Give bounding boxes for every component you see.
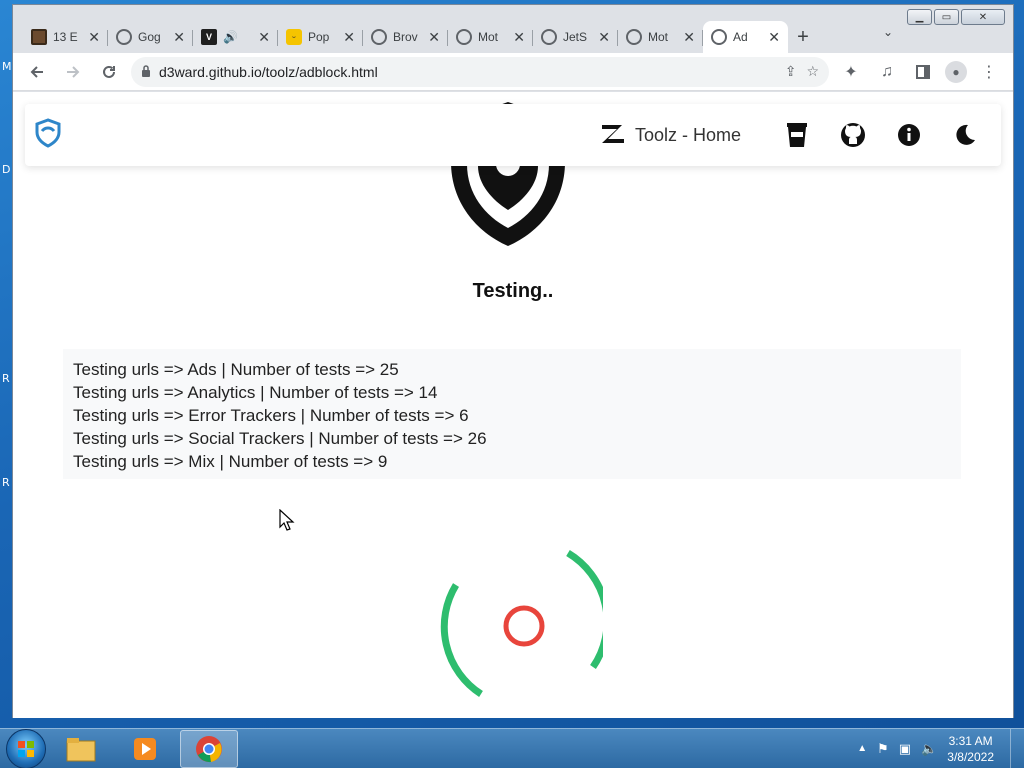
tab-title: Mot — [648, 30, 669, 44]
clock-time: 3:31 AM — [948, 733, 993, 748]
tab[interactable]: Gog ✕ — [108, 21, 193, 53]
site-navbar: Toolz - Home — [25, 104, 1001, 166]
url-text[interactable]: d3ward.github.io/toolz/adblock.html — [159, 64, 777, 80]
tab[interactable]: Mot ✕ — [618, 21, 703, 53]
chrome-taskbar-icon[interactable] — [180, 729, 238, 768]
clock[interactable]: 3:31 AM 3/8/2022 — [947, 733, 994, 765]
tab-close-icon[interactable]: ✕ — [768, 29, 780, 46]
tab-close-icon[interactable]: ✕ — [683, 29, 695, 46]
tab-close-icon[interactable]: ✕ — [173, 29, 185, 46]
media-player-taskbar-icon[interactable] — [116, 730, 174, 768]
info-icon[interactable] — [892, 118, 926, 152]
web-page: Toolz - Home Testing.. Testing urls => A — [13, 92, 1013, 718]
show-hidden-icons-icon[interactable]: ▲ — [857, 743, 867, 754]
dark-mode-moon-icon[interactable] — [948, 118, 982, 152]
desktop-icon-label[interactable]: R — [2, 372, 10, 385]
desktop-icon-label[interactable]: M — [2, 60, 12, 73]
back-arrow-icon[interactable] — [23, 58, 51, 86]
show-desktop-button[interactable] — [1010, 728, 1024, 768]
log-line: Testing urls => Error Trackers | Number … — [73, 406, 469, 425]
tab-title: Ad — [733, 30, 748, 44]
github-icon[interactable] — [836, 118, 870, 152]
reload-icon[interactable] — [95, 58, 123, 86]
tab-audio-icon[interactable]: 🔊 — [223, 30, 252, 44]
forward-arrow-icon[interactable] — [59, 58, 87, 86]
home-link-label[interactable]: Toolz - Home — [635, 125, 741, 146]
tab[interactable]: Brov ✕ — [363, 21, 448, 53]
tab-close-icon[interactable]: ✕ — [258, 29, 270, 46]
loading-spinner — [440, 549, 603, 697]
file-explorer-taskbar-icon[interactable] — [52, 730, 110, 768]
tab-active[interactable]: Ad ✕ — [703, 21, 788, 53]
tab-title: JetS — [563, 30, 588, 44]
desktop-icon-label[interactable]: D — [2, 163, 10, 176]
tab[interactable]: 13 E ✕ — [23, 21, 108, 53]
browser-window: ▁ ▭ ✕ 13 E ✕ Gog ✕ V 🔊 ✕ ᵕ Pop ✕ Brov ✕ — [12, 4, 1014, 718]
toolz-home-link[interactable]: Toolz - Home — [599, 119, 741, 152]
coffee-cup-icon[interactable] — [780, 118, 814, 152]
tab-close-icon[interactable]: ✕ — [513, 29, 525, 46]
tab-close-icon[interactable]: ✕ — [343, 29, 355, 46]
extensions-puzzle-icon[interactable]: ✦ — [837, 58, 865, 86]
log-line: Testing urls => Social Trackers | Number… — [73, 429, 487, 448]
share-icon[interactable]: ⇪ — [785, 63, 797, 80]
tab-search-chevron-icon[interactable]: ⌄ — [883, 25, 893, 39]
menu-kebab-icon[interactable]: ⋮ — [975, 58, 1003, 86]
side-panel-icon[interactable] — [909, 58, 937, 86]
tab-title: Pop — [308, 30, 330, 44]
shield-logo-icon[interactable] — [33, 117, 63, 153]
tab-title: Brov — [393, 30, 418, 44]
tab[interactable]: ᵕ Pop ✕ — [278, 21, 363, 53]
tab[interactable]: JetS ✕ — [533, 21, 618, 53]
test-status-heading: Testing.. — [472, 280, 554, 302]
globe-icon — [371, 29, 387, 45]
tab-strip: 13 E ✕ Gog ✕ V 🔊 ✕ ᵕ Pop ✕ Brov ✕ Mot ✕ — [13, 19, 1013, 53]
toolz-logo-icon — [599, 119, 627, 152]
system-tray: ▲ ⚑ ▣ 🔈 3:31 AM 3/8/2022 — [857, 733, 1010, 765]
action-center-flag-icon[interactable]: ⚑ — [877, 741, 889, 757]
clock-date: 3/8/2022 — [947, 749, 994, 764]
vim-icon: V — [201, 29, 217, 45]
log-line: Testing urls => Mix | Number of tests =>… — [73, 452, 388, 471]
bookmark-star-icon[interactable]: ☆ — [806, 63, 819, 80]
start-button[interactable] — [6, 728, 46, 768]
media-control-icon[interactable]: ♫ — [873, 58, 901, 86]
globe-icon — [711, 29, 727, 45]
tab-close-icon[interactable]: ✕ — [598, 29, 610, 46]
test-log: Testing urls => Ads | Number of tests =>… — [63, 349, 961, 479]
desktop-icon-label[interactable]: R — [2, 476, 10, 489]
log-line: Testing urls => Analytics | Number of te… — [73, 383, 438, 402]
log-line: Testing urls => Ads | Number of tests =>… — [73, 360, 399, 379]
globe-icon — [456, 29, 472, 45]
network-icon[interactable]: ▣ — [899, 741, 911, 757]
globe-icon — [116, 29, 132, 45]
new-tab-button[interactable]: + — [788, 21, 818, 53]
tab-title: 13 E — [53, 30, 78, 44]
tab[interactable]: V 🔊 ✕ — [193, 21, 278, 53]
smile-icon: ᵕ — [286, 29, 302, 45]
mouse-cursor-icon — [279, 509, 295, 531]
tab-close-icon[interactable]: ✕ — [428, 29, 440, 46]
address-bar[interactable]: d3ward.github.io/toolz/adblock.html ⇪ ☆ — [131, 56, 829, 87]
lock-icon[interactable] — [141, 64, 151, 80]
tab-title: Gog — [138, 30, 161, 44]
globe-icon — [541, 29, 557, 45]
taskbar: ▲ ⚑ ▣ 🔈 3:31 AM 3/8/2022 — [0, 728, 1024, 768]
tab-close-icon[interactable]: ✕ — [88, 29, 100, 46]
game-icon — [31, 29, 47, 45]
tab-title: Mot — [478, 30, 499, 44]
globe-icon — [626, 29, 642, 45]
browser-toolbar: d3ward.github.io/toolz/adblock.html ⇪ ☆ … — [13, 53, 1013, 91]
windows-logo-icon — [18, 740, 34, 757]
tab[interactable]: Mot ✕ — [448, 21, 533, 53]
profile-avatar-icon[interactable]: ● — [945, 60, 967, 83]
volume-icon[interactable]: 🔈 — [921, 741, 937, 757]
